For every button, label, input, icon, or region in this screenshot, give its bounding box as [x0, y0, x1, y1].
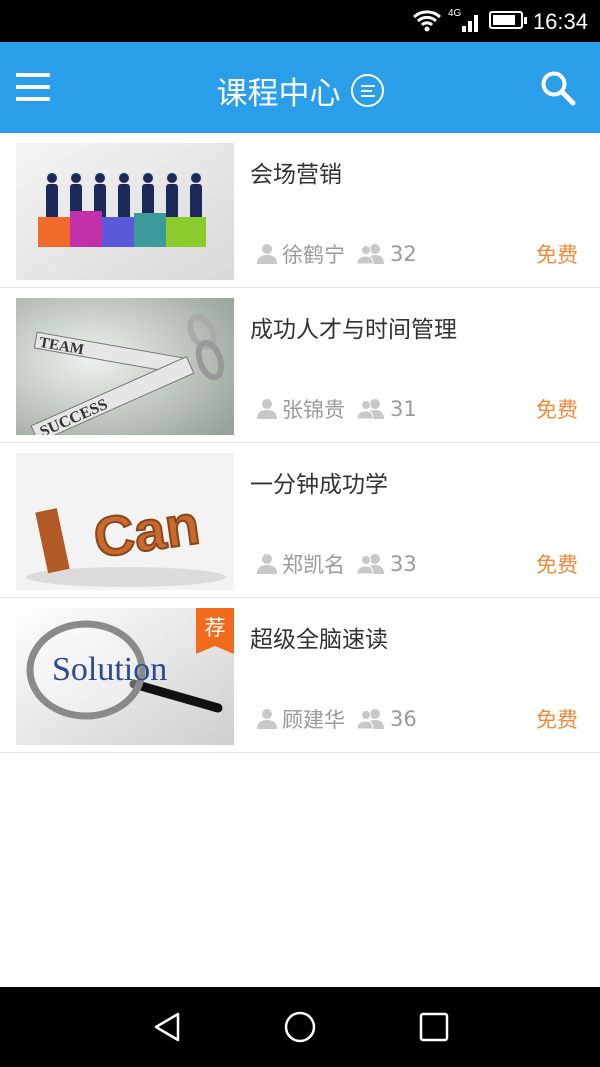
course-item[interactable]: Solution 荐 超级全脑速读 顾建华 36 免费 [0, 598, 600, 753]
course-item[interactable]: I Can 一分钟成功学 郑凯名 33 免费 [0, 443, 600, 598]
course-thumbnail-business-team [16, 143, 234, 280]
price-label: 免费 [536, 708, 578, 732]
students-icon [356, 399, 384, 420]
teacher-name: 徐鹤宁 [282, 243, 345, 267]
teacher-icon [257, 554, 277, 574]
search-icon[interactable] [540, 70, 576, 106]
course-title: 超级全脑速读 [250, 627, 388, 653]
course-thumbnail-keys: TEAM SUCCESS [16, 298, 234, 435]
battery-icon [489, 11, 527, 29]
teacher-icon [257, 244, 277, 264]
course-item[interactable]: TEAM SUCCESS 成功人才与时间管理 张锦贵 31 免费 [0, 288, 600, 443]
course-item[interactable]: 会场营销 徐鹤宁 32 免费 [0, 133, 600, 288]
system-navigation-bar [0, 987, 600, 1067]
teacher-name: 顾建华 [282, 708, 345, 732]
students-icon [356, 244, 384, 265]
course-meta: 徐鹤宁 32 [256, 239, 417, 269]
recommended-badge-text: 荐 [204, 616, 226, 640]
course-meta: 张锦贵 31 [256, 394, 417, 424]
course-list: 会场营销 徐鹤宁 32 免费 TEAM SUCCESS 成功人才与时间管理 张锦… [0, 133, 600, 753]
course-thumbnail-i-can: I Can [16, 453, 234, 590]
cellular-signal-icon: 4G [448, 8, 478, 32]
back-icon[interactable] [150, 1010, 184, 1044]
course-title: 成功人才与时间管理 [250, 317, 457, 343]
network-type-label: 4G [448, 8, 462, 19]
course-meta: 郑凯名 33 [256, 549, 417, 579]
student-count: 32 [390, 242, 417, 266]
status-bar: 4G 16:34 [0, 0, 600, 42]
home-icon[interactable] [283, 1010, 317, 1044]
teacher-icon [257, 709, 277, 729]
course-title: 一分钟成功学 [250, 472, 388, 498]
page-title: 课程中心 [216, 76, 341, 112]
course-title: 会场营销 [250, 162, 342, 188]
category-list-icon[interactable] [350, 74, 384, 107]
wifi-icon [412, 10, 442, 32]
price-label: 免费 [536, 398, 578, 422]
clock: 16:34 [532, 9, 588, 34]
price-label: 免费 [536, 553, 578, 577]
teacher-name: 张锦贵 [282, 398, 345, 422]
teacher-icon [257, 399, 277, 419]
title-area: 课程中心 [0, 68, 600, 113]
recent-apps-icon[interactable] [417, 1010, 451, 1044]
students-icon [356, 709, 384, 730]
course-thumbnail-solution: Solution 荐 [16, 608, 234, 745]
student-count: 36 [390, 707, 417, 731]
students-icon [356, 554, 384, 575]
teacher-name: 郑凯名 [282, 553, 345, 577]
course-meta: 顾建华 36 [256, 704, 417, 734]
solution-text: Solution [52, 651, 167, 688]
app-bar: 课程中心 [0, 42, 600, 133]
student-count: 33 [390, 552, 417, 576]
student-count: 31 [390, 397, 417, 421]
price-label: 免费 [536, 243, 578, 267]
